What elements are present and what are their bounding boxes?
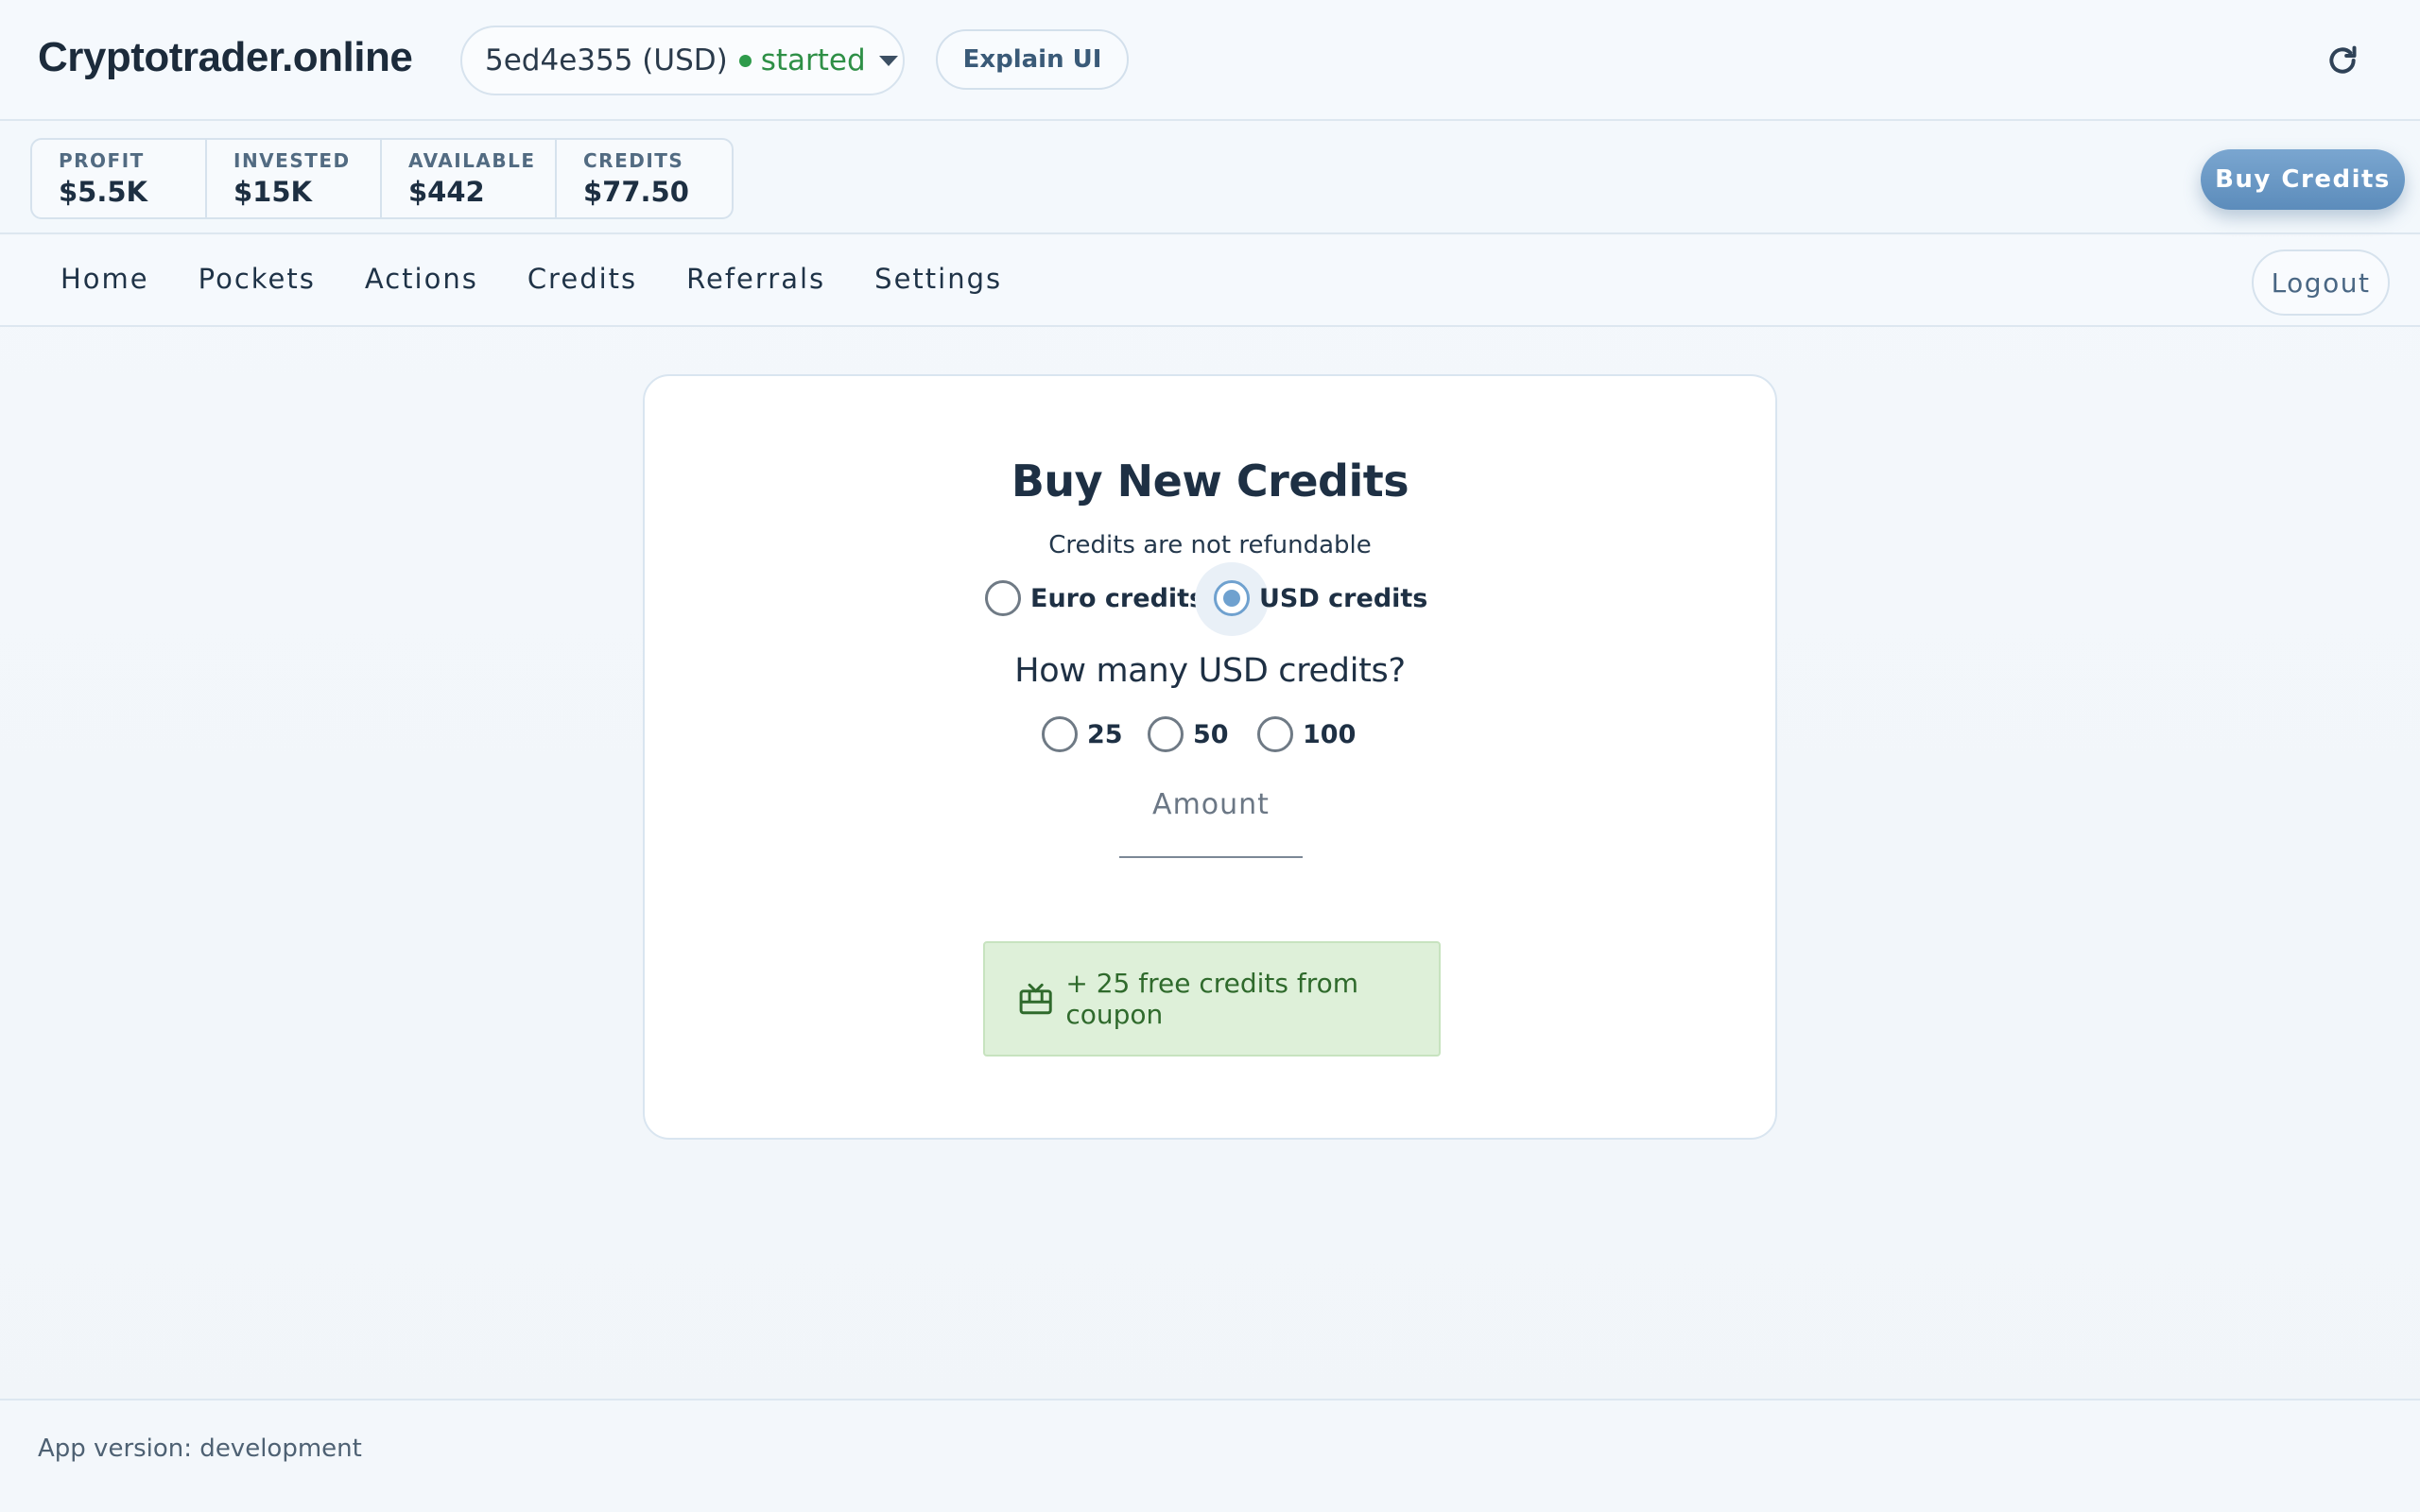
radio-amount-100[interactable]: 100 (1257, 716, 1356, 752)
nav-item-referrals[interactable]: Referrals (686, 263, 825, 295)
radio-button[interactable] (1042, 716, 1078, 752)
nav-item-pockets[interactable]: Pockets (199, 263, 316, 295)
top-header: Cryptotrader.online 5ed4e355 (USD) start… (0, 0, 2420, 121)
coupon-text: + 25 free credits from coupon (1065, 968, 1359, 1030)
card-subtitle: Credits are not refundable (1048, 531, 1372, 559)
stat-label: CREDITS (583, 149, 684, 172)
radio-button[interactable] (1257, 716, 1293, 752)
stat-credits: CREDITS $77.50 (557, 140, 732, 217)
buy-credits-button[interactable]: Buy Credits (2201, 149, 2405, 210)
explain-ui-button[interactable]: Explain UI (936, 29, 1129, 90)
nav-item-home[interactable]: Home (60, 263, 149, 295)
radio-label: 25 (1087, 719, 1123, 749)
refresh-button[interactable] (2322, 40, 2363, 81)
pocket-selector[interactable]: 5ed4e355 (USD) started (460, 26, 905, 95)
radio-button[interactable] (1148, 716, 1184, 752)
buy-credits-card: Buy New Credits Credits are not refundab… (643, 374, 1777, 1140)
coupon-notice: + 25 free credits from coupon (983, 941, 1441, 1057)
stat-value: $15K (233, 176, 313, 208)
status-dot-icon (738, 54, 752, 67)
stat-label: AVAILABLE (408, 149, 536, 172)
pocket-id: 5ed4e355 (USD) (485, 43, 728, 77)
radio-label: Euro credits (1030, 583, 1205, 613)
radio-label: 50 (1193, 719, 1229, 749)
stat-invested: INVESTED $15K (207, 140, 382, 217)
card-title: Buy New Credits (1011, 455, 1409, 507)
chevron-down-icon (878, 55, 898, 66)
stats-panel: PROFIT $5.5K INVESTED $15K AVAILABLE $44… (30, 138, 734, 219)
pocket-status: started (760, 43, 866, 77)
radio-label: USD credits (1259, 583, 1428, 613)
radio-label: 100 (1303, 719, 1357, 749)
app-logo[interactable]: Cryptotrader.online (38, 34, 413, 81)
radio-usd-credits[interactable]: USD credits (1214, 580, 1427, 616)
amount-placeholder: Amount (1152, 788, 1270, 821)
radio-button-checked[interactable] (1214, 580, 1250, 616)
stat-value: $77.50 (583, 176, 689, 208)
nav-item-actions[interactable]: Actions (365, 263, 478, 295)
nav-item-settings[interactable]: Settings (874, 263, 1002, 295)
stat-value: $442 (408, 176, 485, 208)
app-version: App version: development (38, 1435, 362, 1463)
logo-text: Cryptotrader.online (38, 34, 413, 80)
stat-value: $5.5K (59, 176, 148, 208)
radio-amount-50[interactable]: 50 (1148, 716, 1229, 752)
stat-label: PROFIT (59, 149, 145, 172)
stat-available: AVAILABLE $442 (382, 140, 557, 217)
radio-amount-25[interactable]: 25 (1042, 716, 1123, 752)
stats-bar: PROFIT $5.5K INVESTED $15K AVAILABLE $44… (0, 123, 2420, 234)
main-nav: Home Pockets Actions Credits Referrals S… (0, 236, 2420, 327)
refresh-icon (2329, 45, 2357, 74)
amount-input[interactable]: Amount (1119, 777, 1303, 858)
radio-euro-credits[interactable]: Euro credits (985, 580, 1204, 616)
nav-item-credits[interactable]: Credits (527, 263, 637, 295)
amount-question: How many USD credits? (1014, 652, 1406, 690)
gift-card-icon (1019, 983, 1052, 1015)
footer: App version: development (0, 1399, 2420, 1512)
radio-button[interactable] (985, 580, 1021, 616)
stat-label: INVESTED (233, 149, 351, 172)
logout-button[interactable]: Logout (2252, 249, 2390, 316)
stat-profit: PROFIT $5.5K (32, 140, 207, 217)
